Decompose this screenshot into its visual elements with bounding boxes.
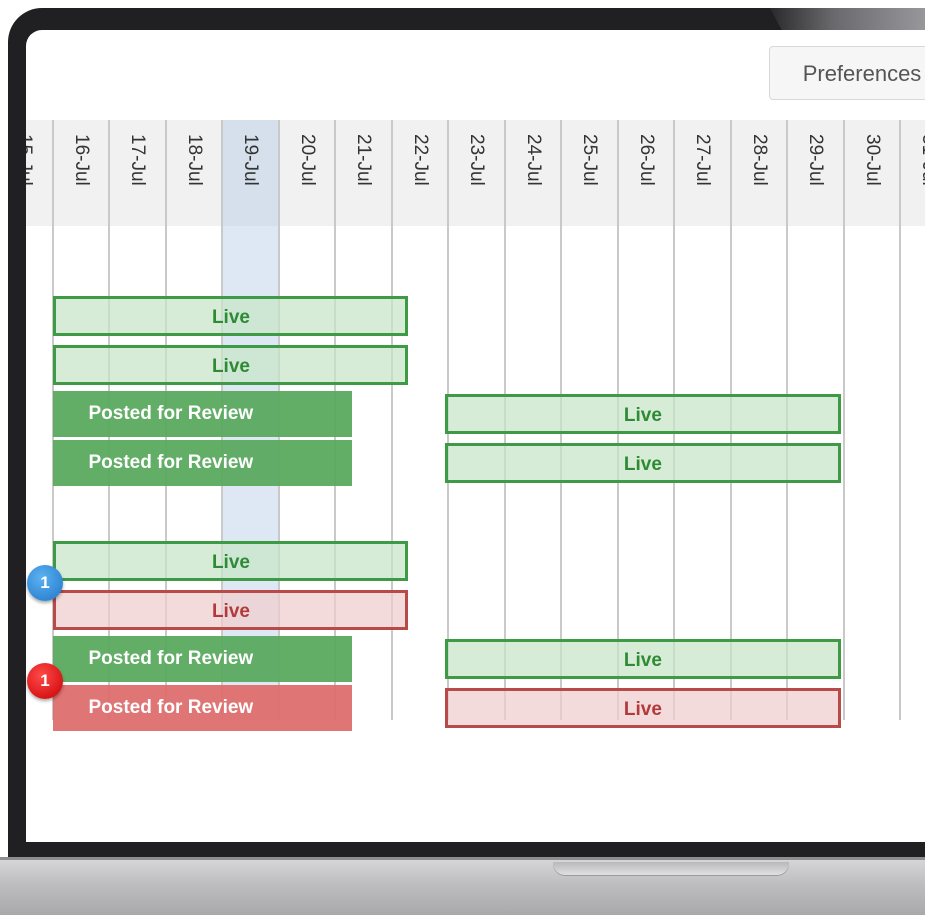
bar-label: Live <box>623 405 662 426</box>
preferences-button[interactable]: Preferences <box>769 46 925 100</box>
date-label: 16-Jul <box>70 134 92 186</box>
bar-label: Posted for Review <box>88 452 254 473</box>
date-label: 26-Jul <box>635 134 657 186</box>
bar-label: Live <box>623 454 662 475</box>
bar-label: Posted for Review <box>88 697 254 718</box>
grid-line <box>899 120 901 720</box>
date-label: 19-Jul <box>240 134 262 186</box>
bezel-sheen <box>770 8 925 32</box>
live-bar[interactable]: Live <box>52 296 409 336</box>
notification-badge[interactable]: 1 <box>27 565 63 601</box>
bar-label: Live <box>211 307 250 328</box>
date-label: 17-Jul <box>127 134 149 186</box>
grid-line <box>390 120 393 720</box>
notification-badge[interactable]: 1 <box>27 663 63 699</box>
bar-label: Live <box>211 601 250 622</box>
date-label: 24-Jul <box>522 134 544 186</box>
date-label: 30-Jul <box>861 134 883 186</box>
date-label: 22-Jul <box>409 134 431 186</box>
date-label: 31-Jul <box>918 134 925 186</box>
date-label: 18-Jul <box>183 134 205 186</box>
posted-for-review-bar[interactable]: Posted for Review <box>52 636 352 682</box>
calendar-grid: 15-Jul 16-Jul 17-Jul 18-Jul 19-Jul 20-Jul 21-J… <box>26 120 925 731</box>
bar-label: Live <box>211 356 250 377</box>
date-label: 27-Jul <box>692 134 714 186</box>
date-label: 28-Jul <box>748 134 770 186</box>
date-label: 23-Jul <box>466 134 488 186</box>
date-label: 15-Jul <box>26 134 36 186</box>
posted-for-review-bar[interactable]: Posted for Review <box>52 685 352 731</box>
live-bar[interactable]: Live <box>445 639 841 679</box>
posted-for-review-bar[interactable]: Posted for Review <box>52 440 352 486</box>
bar-label: Posted for Review <box>88 648 254 669</box>
live-bar[interactable]: Live <box>445 688 841 728</box>
live-bar[interactable]: Live <box>52 345 409 385</box>
date-label: 29-Jul <box>805 134 827 186</box>
laptop-notch <box>553 862 789 876</box>
bar-label: Live <box>211 552 250 573</box>
bar-label: Live <box>623 699 662 720</box>
bar-label: Posted for Review <box>88 403 254 424</box>
app-screen: Preferences 15-Jul 16-Jul 17-Jul 18-Jul 19-J… <box>26 30 925 842</box>
grid-line <box>842 120 845 720</box>
bar-label: Live <box>623 650 662 671</box>
date-label: 21-Jul <box>353 134 375 186</box>
date-label: 20-Jul <box>296 134 318 186</box>
live-bar[interactable]: Live <box>52 541 409 581</box>
posted-for-review-bar[interactable]: Posted for Review <box>52 391 352 437</box>
live-bar[interactable]: Live <box>445 394 841 434</box>
live-bar[interactable]: Live <box>445 443 841 483</box>
live-bar[interactable]: Live <box>52 590 409 630</box>
date-label: 25-Jul <box>579 134 601 186</box>
